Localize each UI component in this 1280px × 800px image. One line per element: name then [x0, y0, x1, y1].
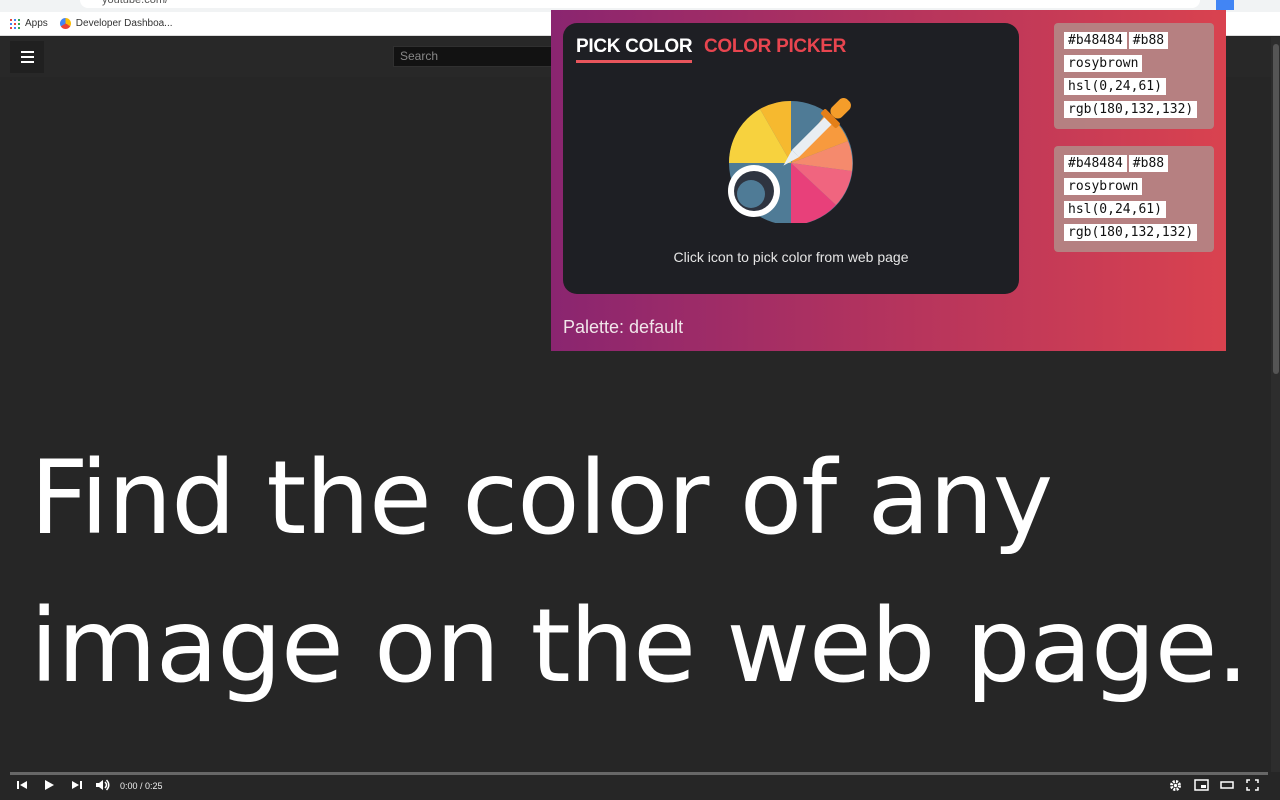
short-hex-value[interactable]: #b88 [1128, 155, 1169, 172]
rgb-value[interactable]: rgb(180,132,132) [1064, 224, 1198, 241]
palette-label[interactable]: Palette: default [563, 317, 683, 338]
color-swatch-card: #b48484 #b88 rosybrown hsl(0,24,61) rgb(1… [1054, 23, 1214, 129]
tab-color-picker[interactable]: COLOR PICKER [704, 36, 846, 58]
color-swatch-card: #b48484 #b88 rosybrown hsl(0,24,61) rgb(1… [1054, 146, 1214, 252]
bookmark-apps[interactable]: Apps [10, 18, 48, 29]
theater-mode-icon[interactable] [1220, 779, 1234, 791]
play-icon[interactable] [43, 779, 55, 791]
caption-line-2: image on the web page. [30, 587, 1249, 706]
eyedropper-palette-icon[interactable] [716, 93, 856, 223]
scrollbar-thumb[interactable] [1273, 44, 1279, 374]
address-bar[interactable]: youtube.com/ [80, 0, 1200, 8]
bookmark-developer-dashboard[interactable]: Developer Dashboa... [59, 18, 173, 29]
color-name-value[interactable]: rosybrown [1064, 55, 1143, 72]
developer-dashboard-icon [59, 18, 71, 29]
miniplayer-icon[interactable] [1194, 779, 1209, 791]
short-hex-value[interactable]: #b88 [1128, 32, 1169, 49]
hsl-value[interactable]: hsl(0,24,61) [1064, 201, 1166, 218]
apps-grid-icon [10, 18, 20, 29]
fullscreen-icon[interactable] [1246, 779, 1259, 791]
extension-icon[interactable] [1216, 0, 1234, 10]
search-input[interactable]: Search [393, 46, 553, 67]
rgb-value[interactable]: rgb(180,132,132) [1064, 101, 1198, 118]
bookmark-apps-label: Apps [25, 18, 48, 29]
color-picker-popup: PICK COLOR COLOR PICKER Click icon to pi… [551, 10, 1226, 351]
video-time: 0:00 / 0:25 [120, 781, 163, 791]
previous-icon[interactable] [16, 779, 28, 791]
bookmark-developer-dashboard-label: Developer Dashboa... [75, 18, 173, 29]
tab-pick-color[interactable]: PICK COLOR [576, 36, 693, 63]
color-name-value[interactable]: rosybrown [1064, 178, 1143, 195]
pick-color-panel: PICK COLOR COLOR PICKER Click icon to pi… [563, 23, 1019, 294]
hex-value[interactable]: #b48484 [1064, 155, 1127, 172]
hsl-value[interactable]: hsl(0,24,61) [1064, 78, 1166, 95]
player-controls: 0:00 / 0:25 [0, 775, 1280, 800]
hamburger-menu-icon[interactable] [10, 41, 44, 73]
pick-hint-text: Click icon to pick color from web page [673, 249, 909, 265]
hex-value[interactable]: #b48484 [1064, 32, 1127, 49]
settings-gear-icon[interactable] [1169, 779, 1182, 792]
video-caption: Find the color of any image on the web p… [30, 425, 1260, 721]
volume-icon[interactable] [95, 779, 111, 791]
caption-line-1: Find the color of any [30, 439, 1053, 558]
next-icon[interactable] [71, 779, 83, 791]
